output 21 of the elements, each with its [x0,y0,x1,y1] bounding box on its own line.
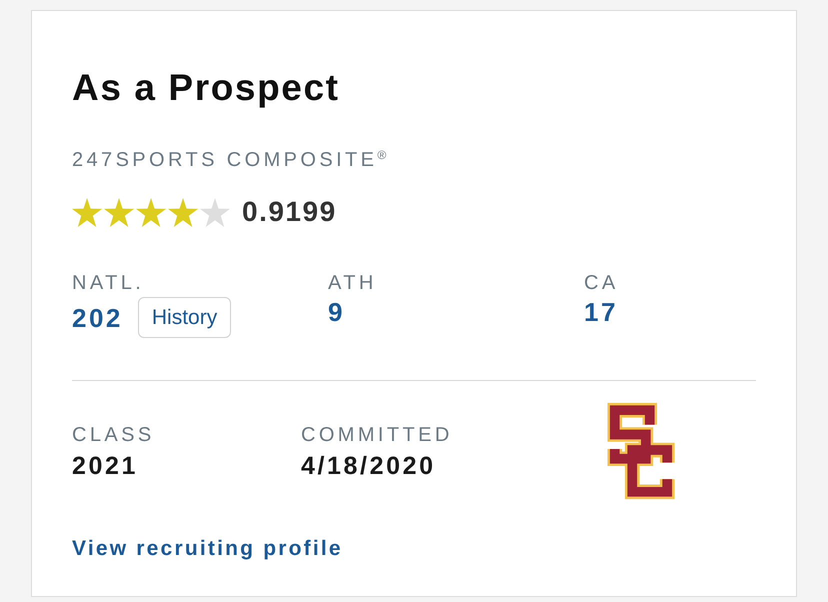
detail-label: COMMITTED [301,423,454,447]
detail-label: CLASS [72,423,156,447]
detail-value: 2021 [72,451,140,481]
ranking-link[interactable]: 202 [72,302,123,332]
star-icon [168,198,198,226]
ranking-link[interactable]: 9 [328,297,345,327]
star-icon [72,198,102,226]
detail-value: 4/18/2020 [301,451,437,481]
ranking-link[interactable]: 17 [584,297,618,327]
ranking-label: NATL. [72,271,146,295]
ranking-label: CA [584,271,620,295]
ranking-label: ATH [328,271,378,295]
rating-label: 247SPORTS COMPOSITE$^{®}$ [72,148,386,172]
star-icon [104,198,134,226]
star-icon [136,198,166,226]
recruiting-profile-link[interactable]: View recruiting profile [72,537,343,561]
star-icon [200,198,230,226]
rating-score: 0.9199 [242,197,337,227]
team-logo-icon [607,401,675,501]
card-title: As a Prospect [72,67,340,109]
history-button[interactable]: History [138,297,232,338]
